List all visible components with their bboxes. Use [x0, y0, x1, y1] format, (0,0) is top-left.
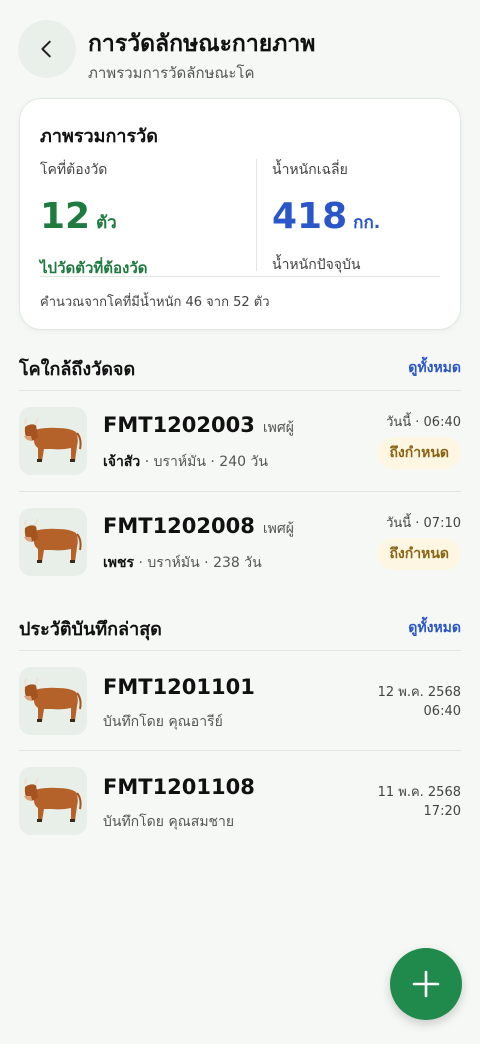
cow-sex: เพศผู้: [262, 521, 294, 537]
upcoming-section-header: โคใกล้ถึงวัดจด ดูทั้งหมด: [19, 354, 461, 382]
history-item[interactable]: FMT1201108 บันทึกโดย คุณสมชาย 11 พ.ค. 25…: [19, 751, 461, 851]
record-timestamp: 12 พ.ค. 2568 06:40: [378, 683, 461, 721]
pending-label: โคที่ต้องวัด: [40, 162, 108, 178]
record-date: 11 พ.ค. 2568: [377, 785, 461, 800]
cow-breed: บราห์มัน: [147, 555, 200, 571]
cow-icon: [24, 777, 82, 822]
cow-age: 240 วัน: [219, 454, 268, 470]
cow-details: เพชร · บราห์มัน · 238 วัน: [103, 555, 262, 571]
history-item[interactable]: FMT1201101 บันทึกโดย คุณอารีย์ 12 พ.ค. 2…: [19, 651, 461, 751]
summary-footnote: คำนวณจากโคที่มีน้ำหนัก 46 จาก 52 ตัว: [40, 295, 270, 310]
cow-id: FMT1202008 เพศผู้: [103, 514, 294, 538]
avg-weight-label: น้ำหนักเฉลี่ย: [272, 162, 348, 178]
cow-id: FMT1201101: [103, 675, 255, 699]
cow-thumbnail: [19, 667, 87, 735]
summary-card: ภาพรวมการวัด โคที่ต้องวัด 12 ตัว ไปวัดตั…: [19, 98, 461, 330]
cow-name: เจ้าสัว: [103, 454, 141, 470]
recorded-by: บันทึกโดย คุณอารีย์: [103, 714, 223, 730]
chevron-left-icon: [41, 40, 51, 58]
upcoming-section-title: โคใกล้ถึงวัดจด: [19, 359, 136, 380]
record-time: 06:40: [423, 704, 461, 719]
due-time: วันนี้ · 07:10: [386, 516, 461, 531]
avg-weight-value: 418: [272, 196, 348, 237]
summary-title: ภาพรวมการวัด: [40, 126, 158, 147]
cow-name: เพชร: [103, 555, 135, 571]
history-see-all-link[interactable]: ดูทั้งหมด: [408, 617, 461, 639]
cow-sex: เพศผู้: [262, 420, 294, 436]
cow-icon: [24, 518, 82, 563]
cow-id: FMT1201108: [103, 775, 255, 799]
add-measurement-button[interactable]: [390, 948, 462, 1020]
cow-details: เจ้าสัว · บราห์มัน · 240 วัน: [103, 454, 268, 470]
history-section-title: ประวัติบันทึกล่าสุด: [19, 619, 162, 640]
recorded-by: บันทึกโดย คุณสมชาย: [103, 814, 235, 830]
avg-weight-stat: น้ำหนักเฉลี่ย 418 กก. น้ำหนักปัจจุบัน: [272, 159, 452, 276]
plus-icon: [412, 970, 440, 998]
pending-stat: โคที่ต้องวัด 12 ตัว ไปวัดตัวที่ต้องวัด: [40, 159, 255, 280]
cow-breed: บราห์มัน: [153, 454, 206, 470]
cow-id: FMT1202003 เพศผู้: [103, 413, 294, 437]
column-divider: [256, 159, 257, 271]
status-badge: ถึงกำหนด: [377, 538, 461, 570]
avg-weight-note: น้ำหนักปัจจุบัน: [272, 257, 361, 273]
record-time: 17:20: [423, 804, 461, 819]
upcoming-item[interactable]: FMT1202003 เพศผู้ เจ้าสัว · บราห์มัน · 24…: [19, 391, 461, 491]
record-date: 12 พ.ค. 2568: [377, 685, 461, 700]
upcoming-see-all-link[interactable]: ดูทั้งหมด: [408, 357, 461, 379]
page-subtitle: ภาพรวมการวัดลักษณะโค: [88, 64, 255, 82]
due-time: วันนี้ · 06:40: [386, 415, 461, 430]
cow-thumbnail: [19, 508, 87, 576]
pending-unit: ตัว: [96, 213, 117, 233]
status-badge: ถึงกำหนด: [377, 437, 461, 469]
avg-weight-unit: กก.: [353, 213, 381, 233]
cow-thumbnail: [19, 767, 87, 835]
page-title: การวัดลักษณะกายภาพ: [88, 31, 316, 57]
back-button[interactable]: [18, 20, 76, 78]
record-timestamp: 11 พ.ค. 2568 17:20: [378, 783, 461, 821]
cow-icon: [24, 417, 82, 462]
cow-age: 238 วัน: [213, 555, 262, 571]
pending-count: 12: [40, 196, 91, 237]
cow-icon: [24, 677, 82, 722]
card-divider: [40, 276, 440, 277]
history-section-header: ประวัติบันทึกล่าสุด ดูทั้งหมด: [19, 614, 461, 642]
cow-thumbnail: [19, 407, 87, 475]
page-header: การวัดลักษณะกายภาพ ภาพรวมการวัดลักษณะโค: [18, 20, 462, 82]
upcoming-item[interactable]: FMT1202008 เพศผู้ เพชร · บราห์มัน · 238 ว…: [19, 492, 461, 592]
